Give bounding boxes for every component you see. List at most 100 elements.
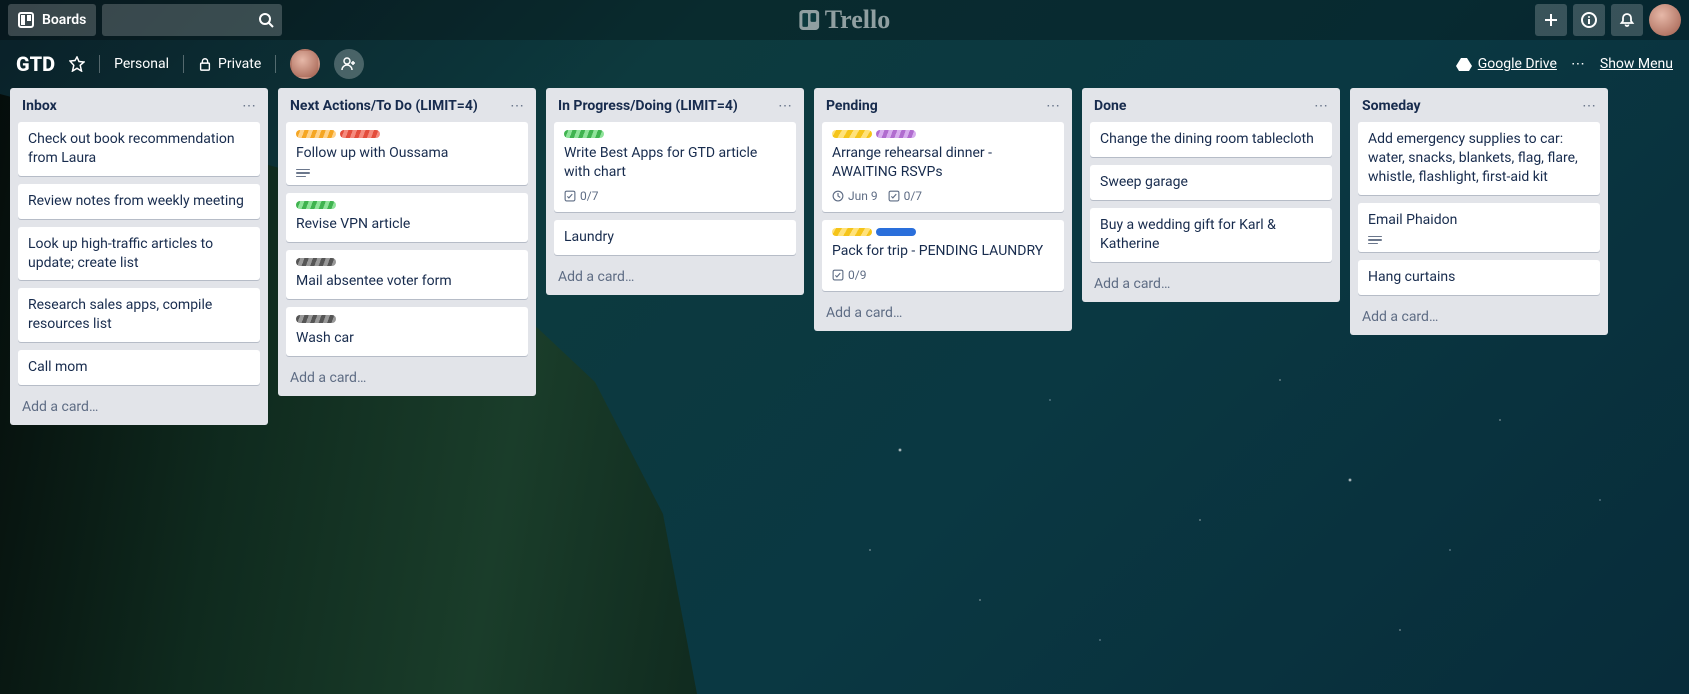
star-button[interactable]	[69, 56, 85, 72]
list-menu-button[interactable]: ⋯	[242, 98, 256, 114]
add-member-button[interactable]	[334, 49, 364, 79]
checklist-badge: 0/9	[832, 267, 866, 283]
card-title: Look up high-traffic articles to update;…	[28, 235, 250, 273]
star-icon	[69, 56, 85, 72]
card-title: Follow up with Oussama	[296, 144, 518, 163]
card-labels	[296, 201, 518, 209]
card[interactable]: Write Best Apps for GTD article with cha…	[554, 122, 796, 212]
card-title: Sweep garage	[1100, 173, 1322, 192]
add-card-button[interactable]: Add a card…	[1090, 270, 1332, 292]
card[interactable]: Hang curtains	[1358, 260, 1600, 295]
trello-logo-icon	[799, 10, 819, 30]
card-title: Laundry	[564, 228, 786, 247]
label-green-st[interactable]	[296, 201, 336, 209]
label-orange-st[interactable]	[296, 130, 336, 138]
label-green-st[interactable]	[564, 130, 604, 138]
description-icon	[1368, 236, 1590, 245]
description-icon	[296, 169, 518, 178]
card[interactable]: Call mom	[18, 350, 260, 385]
card[interactable]: Change the dining room tablecloth	[1090, 122, 1332, 157]
card[interactable]: Wash car	[286, 307, 528, 356]
card-labels	[832, 130, 1054, 138]
info-button[interactable]	[1573, 4, 1605, 36]
card[interactable]: Arrange rehearsal dinner - AWAITING RSVP…	[822, 122, 1064, 212]
search-icon	[258, 12, 274, 28]
label-red-st[interactable]	[340, 130, 380, 138]
add-card-button[interactable]: Add a card…	[822, 299, 1064, 321]
card[interactable]: Buy a wedding gift for Karl & Katherine	[1090, 208, 1332, 262]
add-card-button[interactable]: Add a card…	[554, 263, 796, 285]
label-yellow-sc[interactable]	[832, 130, 872, 138]
list-title[interactable]: Pending	[826, 98, 878, 114]
card[interactable]: Sweep garage	[1090, 165, 1332, 200]
more-dots: ⋯	[1571, 56, 1586, 72]
card[interactable]: Check out book recommendation from Laura	[18, 122, 260, 176]
card[interactable]: Pack for trip - PENDING LAUNDRY0/9	[822, 220, 1064, 291]
card-title: Buy a wedding gift for Karl & Katherine	[1100, 216, 1322, 254]
card-title: Change the dining room tablecloth	[1100, 130, 1322, 149]
team-name[interactable]: Personal	[114, 56, 169, 72]
card-title: Hang curtains	[1368, 268, 1590, 287]
notifications-button[interactable]	[1611, 4, 1643, 36]
checklist-badge: 0/7	[564, 188, 598, 204]
label-blue-solid[interactable]	[876, 228, 916, 236]
card[interactable]: Look up high-traffic articles to update;…	[18, 227, 260, 281]
list-title[interactable]: Inbox	[22, 98, 57, 114]
show-menu-button[interactable]: Show Menu	[1600, 56, 1673, 72]
search-input[interactable]	[102, 4, 282, 36]
list-title[interactable]: Done	[1094, 98, 1126, 114]
add-card-button[interactable]: Add a card…	[286, 364, 528, 386]
list-menu-button[interactable]: ⋯	[1314, 98, 1328, 114]
list: Next Actions/To Do (LIMIT=4) ⋯ Follow up w…	[278, 88, 536, 396]
add-card-button[interactable]: Add a card…	[1358, 303, 1600, 325]
card-title: Check out book recommendation from Laura	[28, 130, 250, 168]
card[interactable]: Laundry	[554, 220, 796, 255]
card[interactable]: Research sales apps, compile resources l…	[18, 288, 260, 342]
card-title: Wash car	[296, 329, 518, 348]
label-yellow-sc[interactable]	[832, 228, 872, 236]
google-drive-icon	[1456, 56, 1472, 72]
boards-button[interactable]: Boards	[8, 4, 96, 36]
board-member-avatar[interactable]	[290, 49, 320, 79]
global-header: Boards Trello	[0, 0, 1689, 40]
list-menu-button[interactable]: ⋯	[1582, 98, 1596, 114]
card-badges: 0/7	[564, 188, 786, 204]
list-menu-button[interactable]: ⋯	[778, 98, 792, 114]
bell-icon	[1619, 12, 1635, 28]
label-gray-st[interactable]	[296, 315, 336, 323]
card-labels	[296, 130, 518, 138]
card-badges: Jun 90/7	[832, 188, 1054, 204]
card-labels	[296, 258, 518, 266]
list-menu-button[interactable]: ⋯	[510, 98, 524, 114]
create-button[interactable]	[1535, 4, 1567, 36]
card[interactable]: Follow up with Oussama	[286, 122, 528, 185]
google-drive-link[interactable]: Google Drive	[1456, 56, 1557, 72]
visibility-button[interactable]: Private	[198, 56, 261, 72]
list-menu-button[interactable]: ⋯	[1046, 98, 1060, 114]
card[interactable]: Review notes from weekly meeting	[18, 184, 260, 219]
card-labels	[832, 228, 1054, 236]
list-title[interactable]: Next Actions/To Do (LIMIT=4)	[290, 98, 478, 114]
list: In Progress/Doing (LIMIT=4) ⋯ Write Best A…	[546, 88, 804, 295]
list-title[interactable]: Someday	[1362, 98, 1421, 114]
board-canvas: Inbox ⋯ Check out book recommendation from…	[0, 88, 1689, 425]
user-avatar[interactable]	[1649, 4, 1681, 36]
label-purple-st[interactable]	[876, 130, 916, 138]
card[interactable]: Mail absentee voter form	[286, 250, 528, 299]
board-name[interactable]: GTD	[16, 52, 55, 76]
add-card-button[interactable]: Add a card…	[18, 393, 260, 415]
list-title[interactable]: In Progress/Doing (LIMIT=4)	[558, 98, 738, 114]
plus-icon	[1543, 12, 1559, 28]
card-title: Research sales apps, compile resources l…	[28, 296, 250, 334]
trello-logo[interactable]: Trello	[799, 5, 890, 35]
board-header: GTD Personal Private Google Drive ⋯ Show…	[0, 40, 1689, 88]
card[interactable]: Revise VPN article	[286, 193, 528, 242]
card-title: Review notes from weekly meeting	[28, 192, 250, 211]
card[interactable]: Email Phaidon	[1358, 203, 1600, 252]
card-labels	[564, 130, 786, 138]
label-gray-st[interactable]	[296, 258, 336, 266]
card-title: Revise VPN article	[296, 215, 518, 234]
list: Done ⋯ Change the dining room tablecloth Sw…	[1082, 88, 1340, 302]
boards-label: Boards	[42, 12, 86, 28]
card[interactable]: Add emergency supplies to car: water, sn…	[1358, 122, 1600, 195]
